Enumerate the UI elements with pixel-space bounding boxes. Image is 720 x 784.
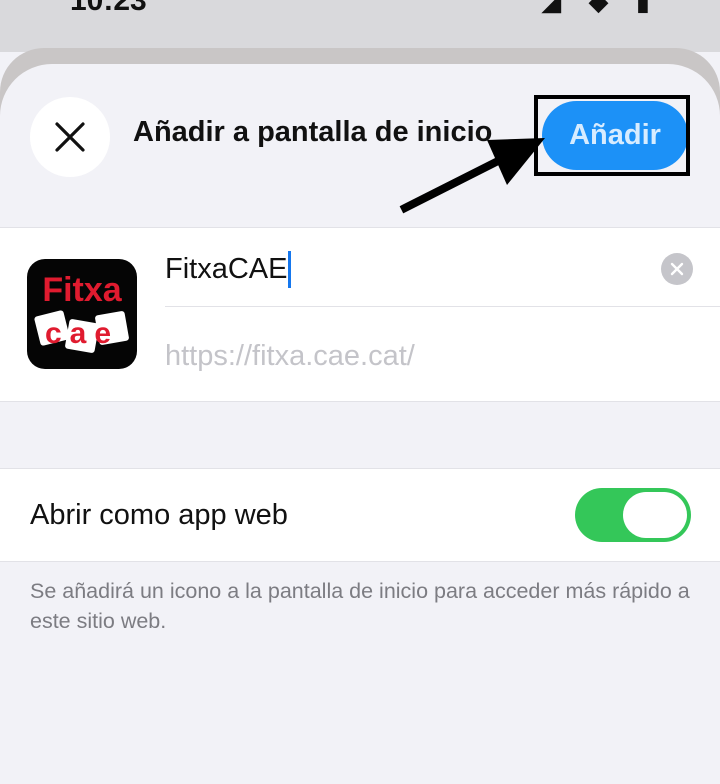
status-time: 10:23 <box>70 0 147 17</box>
clear-text-icon <box>670 262 684 276</box>
pointer-arrow-icon <box>399 138 545 214</box>
fitxacae-app-icon: Fitxa cae <box>27 259 137 369</box>
footnote-text: Se añadirá un icono a la pantalla de ini… <box>30 579 690 633</box>
toggle-knob <box>623 492 687 538</box>
divider <box>165 306 720 307</box>
status-icons: ◢ ◆ ▮ <box>541 0 660 16</box>
web-app-toggle[interactable] <box>575 488 691 542</box>
app-icon-text-line2: cae <box>45 317 119 350</box>
clear-name-button[interactable] <box>661 253 693 285</box>
app-name-field[interactable]: FitxaCAE <box>165 251 292 288</box>
app-url-field: https://fitxa.cae.cat/ <box>165 340 415 372</box>
text-cursor <box>288 251 292 288</box>
close-button[interactable] <box>30 97 110 177</box>
status-bar: 10:23 ◢ ◆ ▮ <box>0 0 720 52</box>
app-icon-text-line1: Fitxa <box>42 271 122 309</box>
add-button-highlight-box <box>534 95 690 176</box>
app-name-value: FitxaCAE <box>165 253 288 285</box>
web-app-option-label: Abrir como app web <box>30 499 288 531</box>
close-icon <box>55 122 85 152</box>
